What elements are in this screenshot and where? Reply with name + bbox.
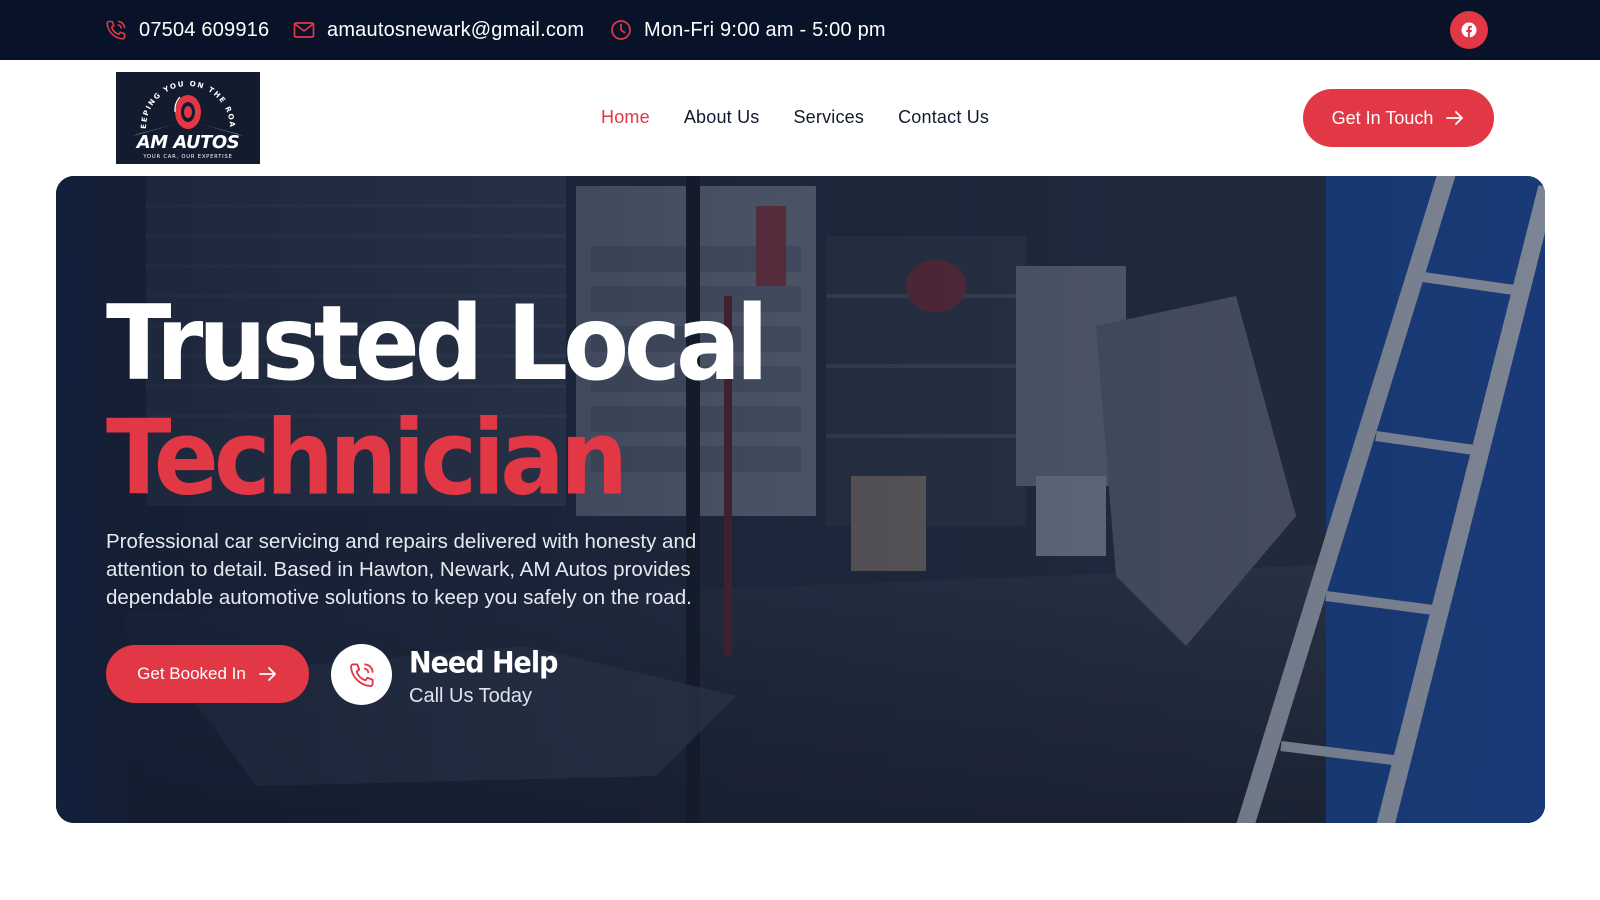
hero-heading: Trusted Local Technician bbox=[106, 282, 769, 519]
svg-text:YOUR CAR, OUR EXPERTISE: YOUR CAR, OUR EXPERTISE bbox=[142, 154, 232, 160]
phone-icon bbox=[106, 20, 126, 40]
main-navigation: Home About Us Services Contact Us bbox=[601, 60, 989, 175]
topbar-hours: Mon-Fri 9:00 am - 5:00 pm bbox=[609, 0, 886, 60]
phone-call-icon bbox=[349, 662, 374, 687]
need-help-heading: Need Help bbox=[409, 646, 558, 681]
call-button[interactable] bbox=[331, 644, 392, 705]
am-autos-logo[interactable]: KEEPING YOU ON THE ROAD AM AUTOS YOUR CA… bbox=[116, 72, 260, 164]
opening-hours: Mon-Fri 9:00 am - 5:00 pm bbox=[644, 18, 886, 41]
envelope-icon bbox=[293, 22, 315, 38]
clock-icon bbox=[611, 20, 631, 40]
logo-graphic: KEEPING YOU ON THE ROAD AM AUTOS YOUR CA… bbox=[116, 72, 260, 164]
topbar-email[interactable]: amautosnewark@gmail.com bbox=[292, 0, 584, 60]
top-info-bar: 07504 609916 amautosnewark@gmail.com Mon… bbox=[0, 0, 1600, 60]
nav-contact-us[interactable]: Contact Us bbox=[898, 107, 989, 128]
hero-section: Trusted Local Technician Professional ca… bbox=[56, 176, 1545, 823]
site-header: KEEPING YOU ON THE ROAD AM AUTOS YOUR CA… bbox=[0, 60, 1600, 175]
svg-text:AM AUTOS: AM AUTOS bbox=[135, 132, 239, 153]
phone-number[interactable]: 07504 609916 bbox=[139, 19, 269, 42]
call-us-today-text: Call Us Today bbox=[409, 685, 533, 707]
facebook-button[interactable] bbox=[1450, 11, 1488, 49]
hero-description: Professional car servicing and repairs d… bbox=[106, 530, 697, 609]
arrow-right-icon bbox=[258, 667, 276, 681]
get-in-touch-button[interactable]: Get In Touch bbox=[1303, 89, 1494, 147]
get-booked-in-button[interactable]: Get Booked In bbox=[106, 645, 309, 703]
email-address[interactable]: amautosnewark@gmail.com bbox=[327, 19, 584, 42]
arrow-right-icon bbox=[1446, 111, 1464, 125]
facebook-icon bbox=[1461, 22, 1477, 38]
hero-heading-line1: Trusted Local bbox=[106, 282, 769, 404]
hero-heading-line2: Technician bbox=[106, 397, 628, 519]
nav-home[interactable]: Home bbox=[601, 107, 650, 128]
topbar-phone[interactable]: 07504 609916 bbox=[104, 0, 269, 60]
get-in-touch-label: Get In Touch bbox=[1331, 107, 1434, 128]
get-booked-in-label: Get Booked In bbox=[137, 664, 246, 683]
nav-services[interactable]: Services bbox=[793, 107, 864, 128]
nav-about-us[interactable]: About Us bbox=[684, 107, 760, 128]
